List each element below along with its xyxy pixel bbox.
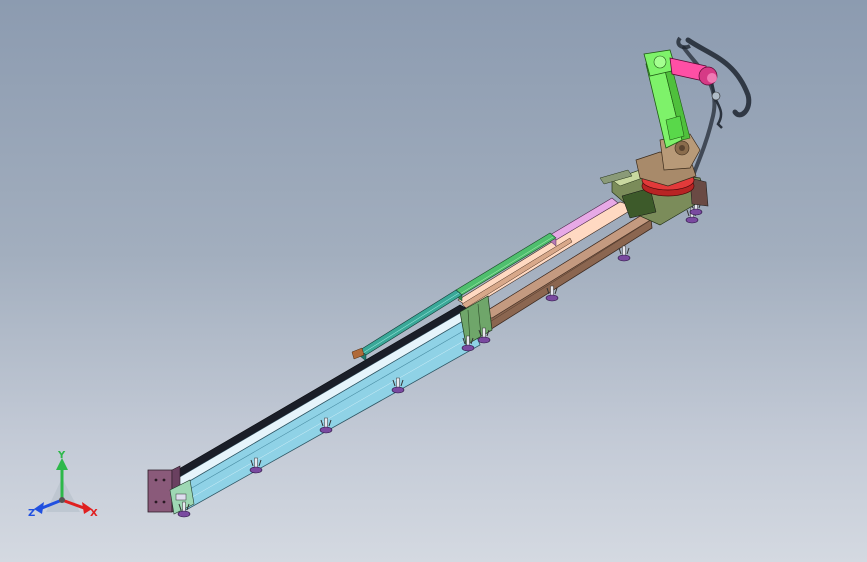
front-rail[interactable] xyxy=(159,304,481,511)
axis-triad[interactable]: Y X Z xyxy=(28,450,98,519)
cad-scene[interactable]: Y X Z xyxy=(0,0,867,562)
cad-graphics-viewport[interactable]: Y X Z xyxy=(0,0,867,562)
x-axis-label: X xyxy=(90,508,98,519)
y-axis-label: Y xyxy=(57,450,66,461)
z-axis-arrow xyxy=(34,502,44,514)
z-axis-label: Z xyxy=(28,508,35,519)
